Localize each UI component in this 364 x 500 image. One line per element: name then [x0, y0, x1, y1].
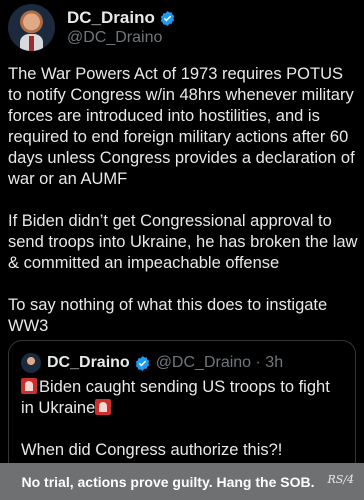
siren-emoji-icon	[21, 378, 37, 394]
name-row: DC_Draino	[67, 8, 176, 28]
signature: RS/4	[327, 473, 354, 486]
handle[interactable]: @DC_Draino	[67, 29, 162, 47]
post-paragraph: To say nothing of what this does to inst…	[8, 296, 328, 335]
quoted-handle-time: @DC_Draino · 3h	[155, 354, 284, 371]
post-body: The War Powers Act of 1973 requires POTU…	[8, 64, 360, 358]
siren-emoji-icon	[95, 399, 112, 415]
avatar[interactable]	[8, 4, 55, 51]
verified-badge-icon	[135, 355, 149, 371]
quoted-post-header: DC_Draino @DC_Draino · 3h	[21, 353, 283, 373]
quoted-line-2: When did Congress authorize this?!	[21, 441, 283, 459]
quoted-line-1-text: Biden caught sending US troops to fight …	[21, 378, 330, 417]
caption-bar: No trial, actions prove guilty. Hang the…	[0, 463, 364, 500]
verified-badge-icon	[160, 10, 175, 26]
post-header: DC_Draino @DC_Draino	[8, 4, 356, 52]
post-paragraph: If Biden didn’t get Congressional approv…	[8, 212, 358, 272]
quoted-line-1: Biden caught sending US troops to fight …	[21, 377, 347, 419]
quoted-avatar[interactable]	[21, 353, 41, 373]
post-paragraph: The War Powers Act of 1973 requires POTU…	[8, 65, 355, 188]
caption-text: No trial, actions prove guilty. Hang the…	[21, 473, 315, 490]
quoted-display-name[interactable]: DC_Draino	[47, 354, 130, 372]
display-name[interactable]: DC_Draino	[67, 8, 155, 28]
